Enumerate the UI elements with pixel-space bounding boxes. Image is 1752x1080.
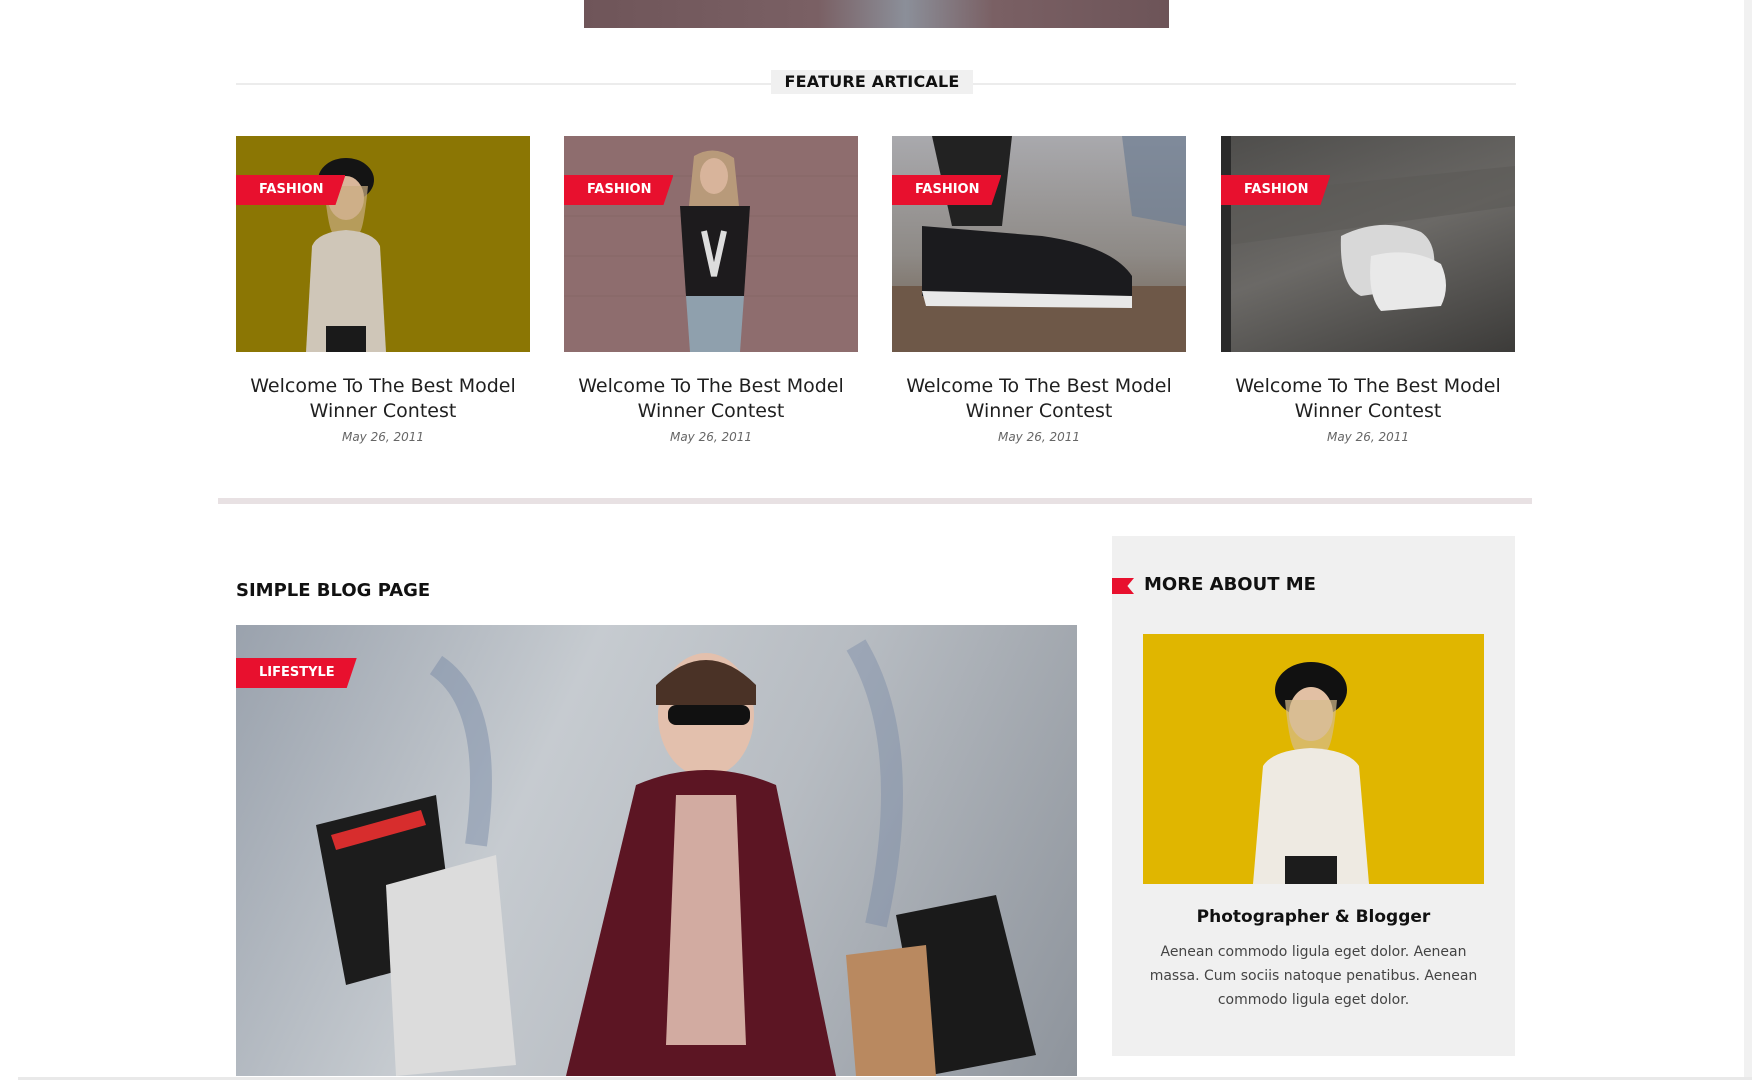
sneakers-photo — [892, 136, 1186, 352]
about-me-widget: MORE ABOUT ME Photographer & Blogger Aen… — [1112, 536, 1515, 1056]
category-badge[interactable]: LIFESTYLE — [236, 658, 357, 688]
card-image[interactable]: FASHION — [892, 136, 1186, 352]
feature-card[interactable]: FASHION Welcome To The Best Model Winner… — [236, 136, 530, 444]
card-title[interactable]: Welcome To The Best Model Winner Contest — [236, 374, 530, 424]
blog-section-title: SIMPLE BLOG PAGE — [236, 580, 431, 601]
card-title[interactable]: Welcome To The Best Model Winner Contest — [892, 374, 1186, 424]
card-title[interactable]: Welcome To The Best Model Winner Contest — [1221, 374, 1515, 424]
profile-photo — [1143, 634, 1484, 884]
widget-title: MORE ABOUT ME — [1144, 574, 1316, 595]
card-date: May 26, 2011 — [669, 430, 753, 444]
card-date: May 26, 2011 — [1326, 430, 1410, 444]
card-title[interactable]: Welcome To The Best Model Winner Contest — [564, 374, 858, 424]
category-badge[interactable]: FASHION — [892, 175, 1001, 205]
category-badge[interactable]: FASHION — [564, 175, 673, 205]
woman-pink-wall-photo — [564, 150, 858, 352]
category-badge[interactable]: FASHION — [1221, 175, 1330, 205]
hero-image-bottom — [584, 0, 1169, 28]
author-bio: Aenean commodo ligula eget dolor. Aenean… — [1149, 944, 1478, 1008]
flag-icon — [1112, 578, 1134, 594]
card-image[interactable]: FASHION — [1221, 136, 1515, 352]
feature-card[interactable]: FASHION Welcome To The Best Model Winner… — [1221, 136, 1515, 444]
feature-card[interactable]: FASHION Welcome To The Best Model Winner… — [564, 136, 858, 444]
woman-yellow-photo — [306, 158, 386, 352]
blog-post-image[interactable]: LIFESTYLE — [236, 625, 1077, 1076]
card-date: May 26, 2011 — [341, 430, 425, 444]
card-image[interactable]: FASHION — [236, 136, 530, 352]
woman-yellow-portrait — [1253, 662, 1369, 884]
card-date: May 26, 2011 — [997, 430, 1081, 444]
author-role: Photographer & Blogger — [1196, 907, 1431, 927]
section-divider — [218, 498, 1532, 504]
feature-card[interactable]: FASHION Welcome To The Best Model Winner… — [892, 136, 1186, 444]
feature-section-title: FEATURE ARTICALE — [771, 70, 973, 94]
woman-shopping-photo — [316, 639, 1036, 1076]
category-badge[interactable]: FASHION — [236, 175, 345, 205]
card-image[interactable]: FASHION — [564, 136, 858, 352]
white-sneakers-photo — [1221, 136, 1515, 352]
page-scrollbar[interactable] — [1744, 0, 1752, 1080]
